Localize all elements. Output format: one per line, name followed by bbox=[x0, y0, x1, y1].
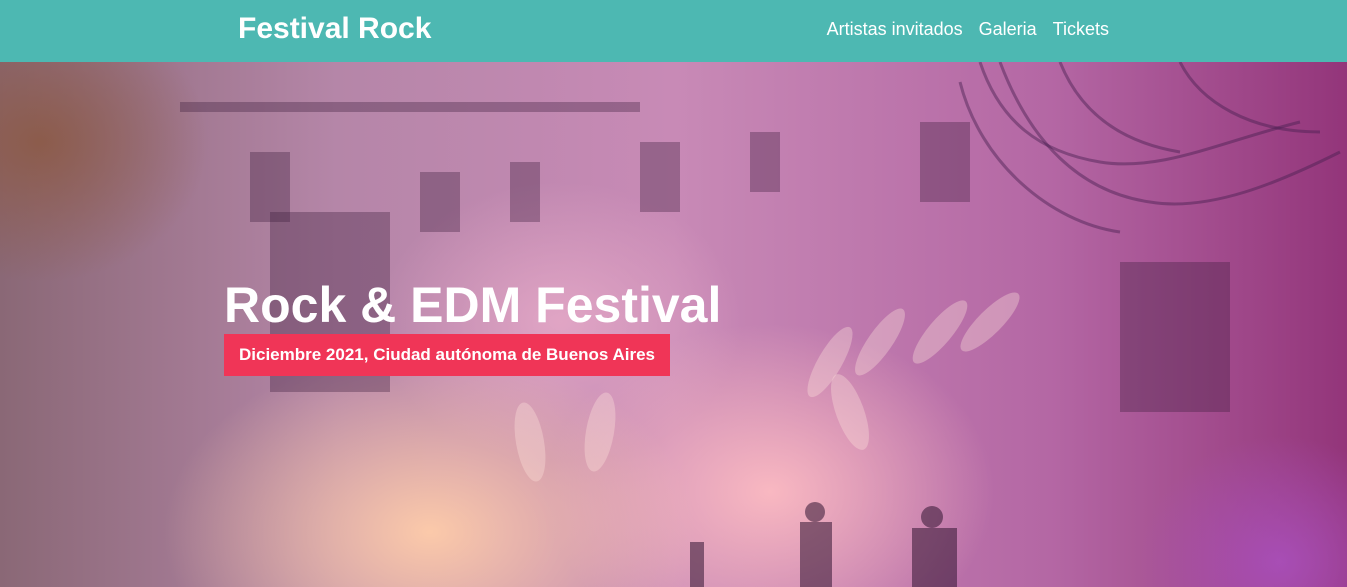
hero-subtitle-badge: Diciembre 2021, Ciudad autónoma de Bueno… bbox=[224, 334, 670, 376]
hero-banner: Rock & EDM Festival Diciembre 2021, Ciud… bbox=[0, 62, 1347, 587]
hero-title: Rock & EDM Festival bbox=[224, 277, 722, 333]
nav-links: Artistas invitados Galeria Tickets bbox=[827, 19, 1109, 40]
nav-link-artistas-invitados[interactable]: Artistas invitados bbox=[827, 19, 963, 40]
top-navbar: Festival Rock Artistas invitados Galeria… bbox=[0, 0, 1347, 62]
nav-link-galeria[interactable]: Galeria bbox=[979, 19, 1037, 40]
brand-logo-link[interactable]: Festival Rock bbox=[238, 12, 431, 46]
nav-link-tickets[interactable]: Tickets bbox=[1053, 19, 1109, 40]
